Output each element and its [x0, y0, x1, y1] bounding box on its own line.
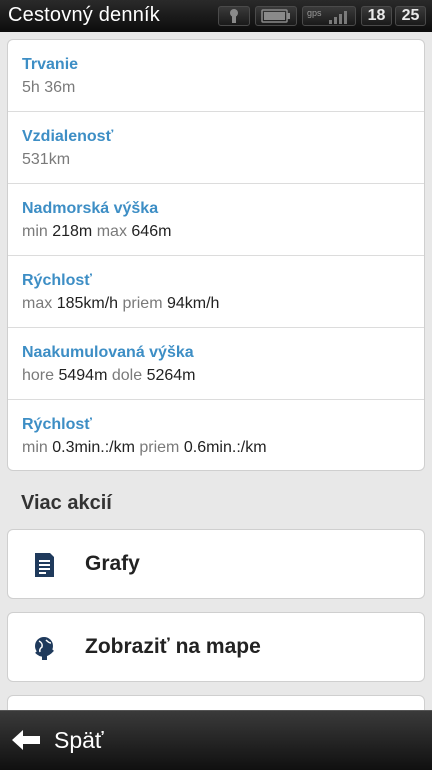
stat-label: Naakumulovaná výška [22, 344, 194, 361]
status-bar: Cestovný denník gps 18 25 [0, 0, 432, 32]
back-button[interactable]: Späť [10, 724, 104, 756]
stat-row-duration: Trvanie 5h 36m [8, 40, 424, 112]
stat-label: Nadmorská výška [22, 200, 159, 217]
stat-row-pace: Rýchlosť min 0.3min.:/km priem 0.6min.:/… [8, 400, 424, 472]
stat-number: 94km/h [166, 295, 220, 312]
graphs-button[interactable]: Grafy [7, 529, 425, 599]
stat-value: 531km [22, 151, 71, 168]
gps-label: gps [307, 8, 322, 18]
stat-key: max [96, 223, 127, 240]
graphs-label: Grafy [85, 552, 140, 575]
stat-number: 0.6min.:/km [183, 439, 267, 456]
stat-value: min 218m max 646m [22, 223, 171, 241]
stat-key: max [22, 295, 53, 312]
stat-number: 5264m [146, 367, 196, 384]
stat-key: min [22, 439, 48, 456]
stat-label: Trvanie [22, 56, 79, 73]
globe-icon [35, 637, 54, 660]
stat-number: 185km/h [56, 295, 119, 312]
battery-icon [255, 6, 297, 26]
next-action-button[interactable] [7, 695, 425, 710]
arrow-left-icon [12, 730, 40, 750]
stat-key: dole [111, 367, 143, 384]
stat-row-altitude: Nadmorská výška min 218m max 646m [8, 184, 424, 256]
stat-number: 218m [52, 223, 93, 240]
back-label: Späť [54, 726, 104, 753]
stat-value: min 0.3min.:/km priem 0.6min.:/km [22, 439, 267, 457]
clock-minute: 25 [395, 6, 426, 26]
document-icon [35, 553, 54, 577]
clock-hour: 18 [361, 6, 392, 26]
gps-signal-icon: gps [302, 6, 356, 26]
stat-key: hore [22, 367, 55, 384]
stat-row-accumulated-altitude: Naakumulovaná výška hore 5494m dole 5264… [8, 328, 424, 400]
stat-number: 646m [131, 223, 172, 240]
more-actions-title: Viac akcií [21, 492, 112, 514]
stat-key: priem [139, 439, 180, 456]
stat-value: hore 5494m dole 5264m [22, 367, 195, 385]
trip-stats-card: Trvanie 5h 36m Vzdialenosť 531km Nadmors… [7, 39, 425, 471]
app-title: Cestovný denník [8, 4, 160, 26]
bottom-bar: Späť [0, 710, 432, 770]
stat-key: priem [122, 295, 163, 312]
stat-number: 0.3min.:/km [52, 439, 135, 456]
stat-row-speed: Rýchlosť max 185km/h priem 94km/h [8, 256, 424, 328]
stat-row-distance: Vzdialenosť 531km [8, 112, 424, 184]
stat-value: 5h 36m [22, 79, 76, 96]
content-area[interactable]: Trvanie 5h 36m Vzdialenosť 531km Nadmors… [0, 32, 432, 710]
stat-label: Vzdialenosť [22, 128, 114, 145]
show-on-map-button[interactable]: Zobraziť na mape [7, 612, 425, 682]
stat-label: Rýchlosť [22, 272, 92, 289]
stat-label: Rýchlosť [22, 416, 92, 433]
stat-number: 5494m [58, 367, 108, 384]
stat-key: min [22, 223, 48, 240]
stat-value: max 185km/h priem 94km/h [22, 295, 219, 313]
notification-icon [218, 6, 250, 26]
show-on-map-label: Zobraziť na mape [85, 635, 261, 658]
